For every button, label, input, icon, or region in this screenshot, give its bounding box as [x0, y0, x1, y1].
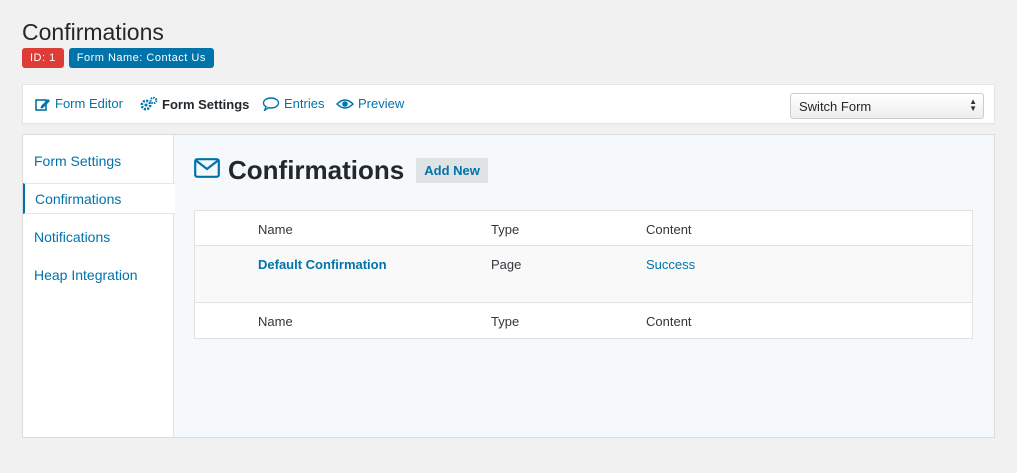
confirmations-table: Name Type Content Default Confirmation P… — [194, 210, 973, 339]
select-arrows-icon: ▲ ▼ — [969, 97, 977, 113]
sidebar-item-notifications[interactable]: Notifications — [23, 222, 174, 253]
sidebar-item-form-settings[interactable]: Form Settings — [23, 146, 174, 177]
switch-form-label: Switch Form — [799, 99, 872, 114]
column-footer-type[interactable]: Type — [491, 314, 519, 329]
badges: ID: 1 Form Name: Contact Us — [22, 48, 214, 68]
column-header-type[interactable]: Type — [491, 222, 519, 237]
toolbar-entries-label: Entries — [284, 96, 325, 111]
confirmation-name-link[interactable]: Default Confirmation — [258, 257, 387, 272]
envelope-icon — [194, 158, 220, 183]
switch-form-select[interactable]: Switch Form ▲ ▼ — [790, 93, 984, 119]
table-header-row: Name Type Content — [195, 211, 972, 246]
page-title: Confirmations — [22, 19, 164, 45]
toolbar-entries[interactable]: Entries — [262, 96, 324, 111]
section-header: Confirmations Add New — [194, 155, 488, 186]
settings-panel: Form Settings Confirmations Notification… — [22, 134, 995, 438]
eye-icon — [336, 98, 354, 110]
gears-icon — [139, 96, 158, 112]
column-footer-content[interactable]: Content — [646, 314, 692, 329]
sidebar-item-confirmations[interactable]: Confirmations — [23, 183, 175, 214]
confirmation-type: Page — [491, 257, 522, 272]
column-footer-name[interactable]: Name — [258, 314, 293, 329]
add-new-button[interactable]: Add New — [416, 158, 488, 183]
toolbar-form-settings-label: Form Settings — [162, 96, 250, 112]
section-heading: Confirmations — [228, 155, 405, 185]
toolbar-form-editor-label: Form Editor — [55, 96, 123, 111]
column-header-name[interactable]: Name — [258, 222, 293, 237]
table-row: Default Confirmation Page Success — [195, 246, 972, 303]
confirmations-content: Confirmations Add New Name Type Content … — [174, 135, 994, 437]
form-toolbar: Form Editor Form Settings Entries Previe… — [22, 84, 995, 124]
comment-icon — [262, 96, 280, 111]
toolbar-form-editor[interactable]: Form Editor — [35, 96, 123, 111]
sidebar-item-heap-integration[interactable]: Heap Integration — [23, 260, 174, 291]
form-id-badge: ID: 1 — [22, 48, 64, 68]
toolbar-preview-label: Preview — [358, 96, 405, 111]
table-footer-row: Name Type Content — [195, 303, 972, 338]
column-header-content[interactable]: Content — [646, 222, 692, 237]
edit-icon — [35, 97, 51, 111]
form-name-badge: Form Name: Contact Us — [68, 48, 214, 68]
toolbar-form-settings[interactable]: Form Settings — [139, 96, 249, 112]
toolbar-preview[interactable]: Preview — [336, 96, 404, 111]
confirmation-content-link[interactable]: Success — [646, 257, 695, 272]
